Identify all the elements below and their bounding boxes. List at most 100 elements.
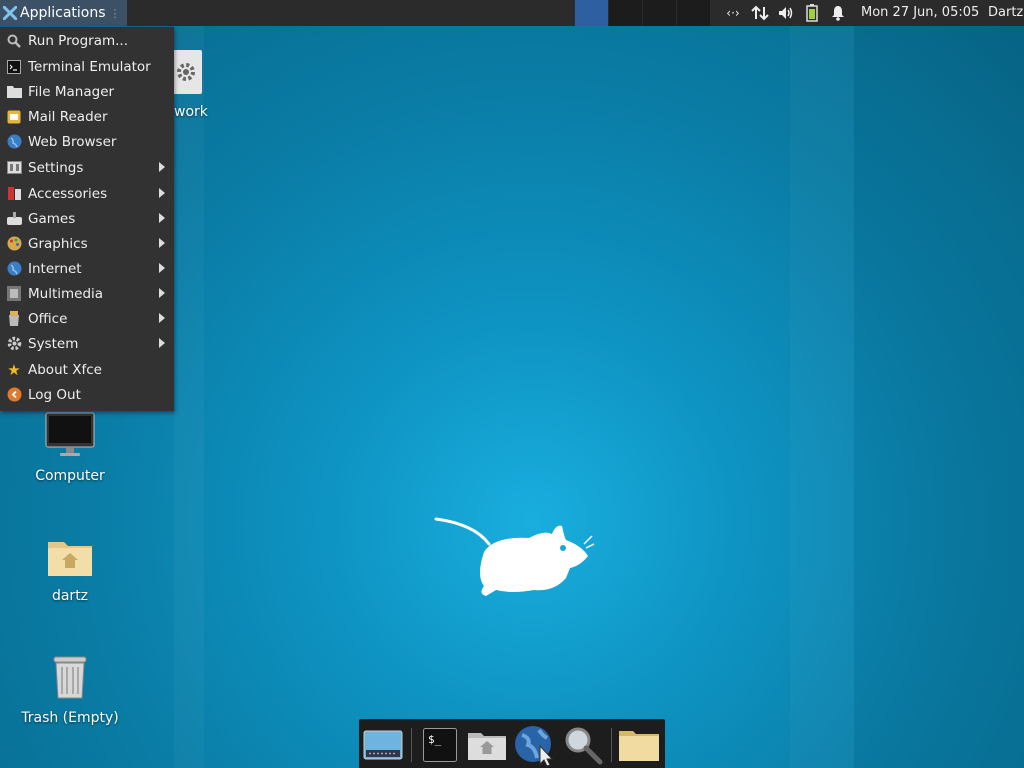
applications-label: Applications [20, 5, 106, 21]
menu-item-accessories[interactable]: Accessories [0, 181, 174, 206]
desktop-icon-label: Trash (Empty) [21, 710, 119, 726]
submenu-arrow-icon [159, 188, 165, 198]
top-panel: Applications ⋮ ‹·› Mon 27 Jun, 05:05 Dar… [0, 0, 1024, 26]
menu-item-label: Internet [28, 260, 82, 277]
desktop-icon-home[interactable]: dartz [20, 536, 120, 604]
applications-menu: Run Program... Terminal Emulator File Ma… [0, 27, 174, 411]
svg-text:$_: $_ [428, 733, 442, 746]
battery-icon[interactable] [802, 0, 822, 26]
graphics-icon [6, 236, 22, 252]
wallpaper-stripe [790, 26, 854, 768]
volume-icon[interactable] [775, 0, 797, 26]
menu-item-mail-reader[interactable]: Mail Reader [0, 104, 174, 129]
submenu-arrow-icon [159, 313, 165, 323]
web-browser-launcher[interactable] [513, 724, 555, 766]
terminal-icon: $_ [423, 728, 457, 762]
menu-item-label: Log Out [28, 386, 81, 403]
submenu-arrow-icon [159, 238, 165, 248]
submenu-arrow-icon [159, 263, 165, 273]
menu-item-label: Settings [28, 159, 84, 176]
mail-icon [6, 109, 22, 125]
submenu-arrow-icon [159, 162, 165, 172]
home-folder-icon [468, 733, 506, 760]
star-icon: ★ [7, 360, 21, 379]
internet-icon [6, 261, 22, 277]
menu-item-system[interactable]: System [0, 331, 174, 356]
submenu-arrow-icon [159, 213, 165, 223]
menu-item-file-manager[interactable]: File Manager [0, 79, 174, 104]
search-icon [6, 33, 22, 49]
network-icon[interactable]: ‹·› [722, 0, 744, 26]
workspace-4[interactable] [676, 0, 710, 26]
menu-item-label: Run Program... [28, 32, 129, 49]
settings-icon [6, 160, 22, 176]
wallpaper-stripe [174, 26, 204, 768]
computer-icon [45, 412, 95, 456]
desktop-icon-label: Computer [35, 468, 105, 484]
menu-item-web-browser[interactable]: Web Browser [0, 129, 174, 154]
xfce-mouse-logo [434, 517, 594, 596]
desktop-icon-trash[interactable]: Trash (Empty) [20, 654, 120, 726]
menu-item-run-program[interactable]: Run Program... [0, 28, 174, 53]
xfce-logo-icon [3, 6, 17, 20]
menu-item-internet[interactable]: Internet [0, 256, 174, 281]
logout-icon [6, 387, 22, 403]
web-browser-icon [515, 726, 554, 766]
settings-launcher-icon [170, 50, 202, 94]
menu-item-label: About Xfce [28, 361, 102, 378]
menu-item-label: Office [28, 310, 68, 327]
menu-item-label: Games [28, 210, 76, 227]
folder-icon [6, 84, 22, 100]
menu-item-games[interactable]: Games [0, 206, 174, 231]
menu-item-label: Accessories [28, 185, 108, 202]
games-icon [6, 211, 22, 227]
terminal-launcher[interactable]: $_ [419, 724, 461, 766]
menu-item-label: Mail Reader [28, 108, 108, 125]
notification-bell-icon[interactable] [828, 0, 848, 26]
terminal-icon [6, 59, 22, 75]
menu-item-label: Terminal Emulator [28, 58, 151, 75]
menu-item-label: System [28, 335, 79, 352]
desktop-icon-computer[interactable]: Computer [20, 412, 120, 484]
app-finder-icon [565, 727, 603, 765]
menu-item-graphics[interactable]: Graphics [0, 231, 174, 256]
submenu-arrow-icon [159, 288, 165, 298]
dock-separator [411, 728, 412, 762]
applications-menu-button[interactable]: Applications ⋮ [0, 0, 127, 26]
app-finder-launcher[interactable] [562, 724, 604, 766]
user-name[interactable]: Dartz [988, 0, 1023, 26]
workspace-2[interactable] [608, 0, 642, 26]
dock-separator [611, 728, 612, 762]
menu-item-settings[interactable]: Settings [0, 155, 174, 180]
bottom-dock: $_ [359, 719, 665, 768]
files-folder-launcher[interactable] [618, 724, 660, 766]
desktop-icon-label: dartz [51, 588, 89, 604]
office-icon [6, 311, 22, 327]
clock[interactable]: Mon 27 Jun, 05:05 [861, 0, 979, 26]
accessories-icon [6, 186, 22, 202]
menu-item-label: Multimedia [28, 285, 104, 302]
menu-item-label: File Manager [28, 83, 115, 100]
menu-item-terminal-emulator[interactable]: Terminal Emulator [0, 54, 174, 79]
files-folder-icon [619, 731, 659, 761]
multimedia-icon [6, 286, 22, 302]
menu-item-multimedia[interactable]: Multimedia [0, 281, 174, 306]
workspace-1[interactable] [574, 0, 608, 26]
globe-icon [6, 134, 22, 150]
show-desktop-icon [363, 730, 403, 760]
panel-handle-icon: ⋮ [109, 6, 121, 20]
wallpaper-stripe [854, 26, 1024, 768]
home-folder-icon [48, 542, 92, 576]
system-gear-icon [6, 336, 22, 352]
home-folder-launcher[interactable] [466, 724, 508, 766]
menu-item-label: Web Browser [28, 133, 117, 150]
trash-icon [53, 656, 87, 699]
workspace-3[interactable] [642, 0, 676, 26]
menu-item-office[interactable]: Office [0, 306, 174, 331]
menu-item-label: Graphics [28, 235, 88, 252]
show-desktop-button[interactable] [362, 724, 404, 766]
submenu-arrow-icon [159, 338, 165, 348]
transfer-icon[interactable] [749, 0, 771, 26]
menu-item-log-out[interactable]: Log Out [0, 382, 174, 407]
menu-item-about-xfce[interactable]: ★ About Xfce [0, 357, 174, 382]
